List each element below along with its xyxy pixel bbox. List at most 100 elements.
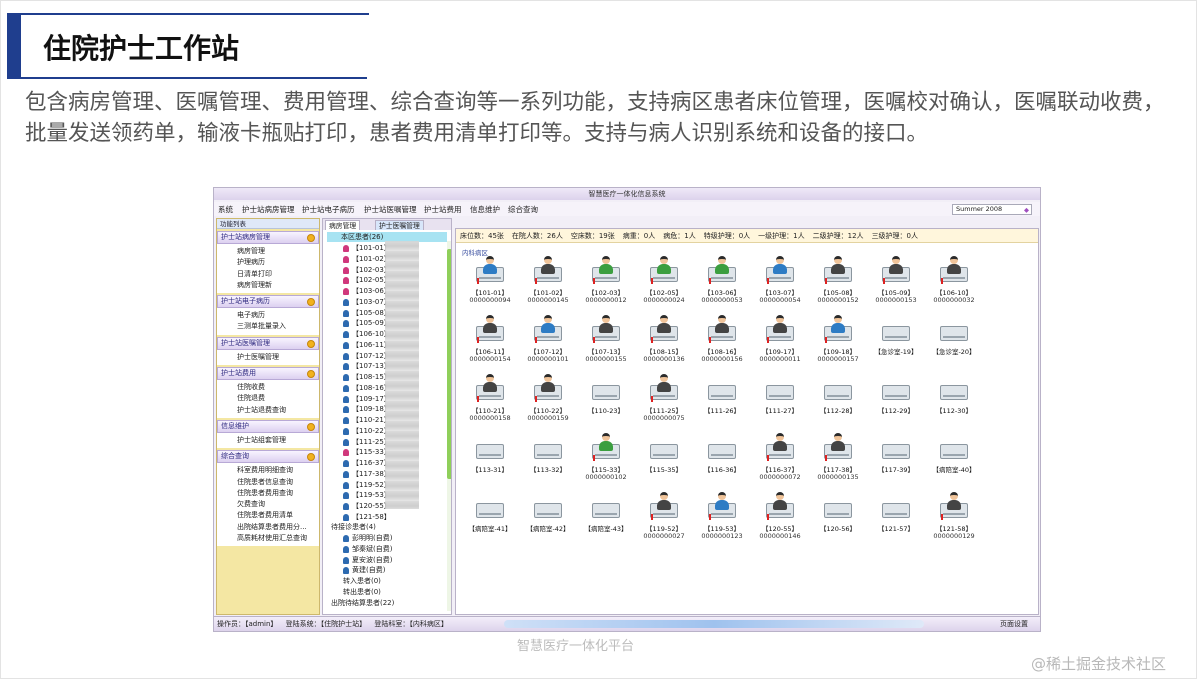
tree-transfer-in[interactable]: 转入患者(0) (343, 576, 381, 587)
tree-patient-item[interactable]: 【111-25】 (343, 437, 391, 448)
tree-patient-item[interactable]: 【101-02】 (343, 254, 391, 265)
tree-patient-item[interactable]: 【102-03】 (343, 265, 391, 276)
tree-pending-patient[interactable]: 邹秦斌(自费) (343, 544, 392, 555)
bed-card[interactable]: 【111-27】 (752, 373, 808, 432)
tree-patient-item[interactable]: 【105-09】 (343, 318, 391, 329)
nav-item[interactable]: 高质耗材使用汇总查询 (237, 533, 319, 544)
tree-pending-patient[interactable]: 夏安波(自费) (343, 555, 392, 566)
nav-item[interactable]: 住院退费 (237, 393, 319, 404)
nav-item[interactable]: 电子病历 (237, 310, 319, 321)
bed-card[interactable]: 【109-18】 0000000157 (810, 314, 866, 373)
nav-group-header[interactable]: 护士站电子病历 (217, 295, 319, 309)
bed-card[interactable]: 【112-29】 (868, 373, 924, 432)
nav-item[interactable]: 病房管理 (237, 246, 319, 257)
bed-card[interactable]: 【112-28】 (810, 373, 866, 432)
tree-pending-patient[interactable]: 彭明明(自费) (343, 533, 392, 544)
bed-card[interactable]: 【110-22】 0000000159 (520, 373, 576, 432)
bed-card[interactable]: 【110-23】 (578, 373, 634, 432)
bed-card[interactable]: 【106-11】 0000000154 (462, 314, 518, 373)
tab-nurse-orders[interactable]: 护士医嘱管理 (375, 220, 424, 230)
bed-card[interactable]: 【115-33】 0000000102 (578, 432, 634, 491)
nav-group-header[interactable]: 护士站医嘱管理 (217, 336, 319, 350)
collapse-icon[interactable] (307, 298, 315, 307)
tree-patient-item[interactable]: 【108-16】 (343, 383, 391, 394)
tree-patient-item[interactable]: 【102-05】 (343, 275, 391, 286)
tree-patient-item[interactable]: 【109-17】 (343, 394, 391, 405)
tree-patient-item[interactable]: 【107-13】 (343, 361, 391, 372)
bed-card[interactable]: 【急诊室-20】 (926, 314, 982, 373)
menu-item[interactable]: 系统 (218, 204, 233, 215)
tree-patient-item[interactable]: 【119-53】 (343, 490, 391, 501)
tree-patient-item[interactable]: 【116-37】 (343, 458, 391, 469)
nav-item[interactable]: 住院患者信息查询 (237, 477, 319, 488)
bed-card[interactable]: 【120-56】 (810, 491, 866, 550)
bed-card[interactable]: 【106-10】 0000000032 (926, 255, 982, 314)
tree-scrollbar[interactable] (447, 241, 451, 611)
bed-card[interactable]: 【105-09】 0000000153 (868, 255, 924, 314)
tree-patient-item[interactable]: 【115-33】 (343, 447, 391, 458)
menu-item[interactable]: 信息维护 (470, 204, 500, 215)
bed-card[interactable]: 【病陪室-42】 (520, 491, 576, 550)
nav-group-header[interactable]: 信息维护 (217, 419, 319, 433)
tree-patient-item[interactable]: 【109-18】 (343, 404, 391, 415)
bed-card[interactable]: 【119-52】 0000000027 (636, 491, 692, 550)
collapse-icon[interactable] (307, 234, 315, 242)
bed-card[interactable]: 【108-15】 0000000136 (636, 314, 692, 373)
collapse-icon[interactable] (307, 453, 315, 462)
bed-card[interactable]: 【103-06】 0000000053 (694, 255, 750, 314)
tree-patient-item[interactable]: 【121-58】 (343, 512, 391, 523)
nav-item[interactable]: 出院结算患者费用分... (237, 522, 319, 533)
bed-card[interactable]: 【病陪室-43】 (578, 491, 634, 550)
nav-item[interactable]: 欠费查询 (237, 499, 319, 510)
bed-card[interactable]: 【116-37】 0000000072 (752, 432, 808, 491)
tree-patient-item[interactable]: 【105-08】 (343, 308, 391, 319)
skin-select[interactable]: Summer 2008 ◆ (952, 204, 1032, 215)
page-setup-button[interactable]: 页面设置 (1000, 617, 1028, 631)
nav-item[interactable]: 护理病历 (237, 257, 319, 268)
bed-card[interactable]: 【病陪室-40】 (926, 432, 982, 491)
tree-patient-item[interactable]: 【120-55】 (343, 501, 391, 512)
menu-item[interactable]: 护士站医嘱管理 (364, 204, 417, 215)
bed-card[interactable]: 【109-17】 0000000011 (752, 314, 808, 373)
bed-card[interactable]: 【107-13】 0000000155 (578, 314, 634, 373)
bed-card[interactable]: 【113-31】 (462, 432, 518, 491)
bed-card[interactable]: 【102-03】 0000000012 (578, 255, 634, 314)
bed-card[interactable]: 【病陪室-41】 (462, 491, 518, 550)
collapse-icon[interactable] (307, 370, 315, 379)
bed-card[interactable]: 【113-32】 (520, 432, 576, 491)
bed-card[interactable]: 【急诊室-19】 (868, 314, 924, 373)
bed-card[interactable]: 【121-58】 0000000129 (926, 491, 982, 550)
tab-ward-management[interactable]: 病房管理 (325, 220, 361, 230)
tree-pending[interactable]: 待接诊患者(4) (331, 522, 376, 533)
tree-patient-item[interactable]: 【108-15】 (343, 372, 391, 383)
tree-patient-item[interactable]: 【106-10】 (343, 329, 391, 340)
menu-item[interactable]: 护士站费用 (424, 204, 462, 215)
nav-group-header[interactable]: 综合查询 (217, 450, 319, 464)
bed-card[interactable]: 【108-16】 0000000156 (694, 314, 750, 373)
menu-item[interactable]: 护士站病房管理 (242, 204, 295, 215)
scroll-thumb[interactable] (447, 249, 451, 479)
tree-patient-item[interactable]: 【110-22】 (343, 426, 391, 437)
tree-patient-item[interactable]: 【103-07】 (343, 297, 391, 308)
collapse-icon[interactable] (307, 339, 315, 348)
tree-discharge[interactable]: 出院待结算患者(22) (331, 598, 394, 609)
bed-card[interactable]: 【112-30】 (926, 373, 982, 432)
tree-patient-item[interactable]: 【110-21】 (343, 415, 391, 426)
nav-item[interactable]: 护士医嘱管理 (237, 352, 319, 363)
tree-pending-patient[interactable]: 黄建(自费) (343, 565, 385, 576)
tree-patient-item[interactable]: 【117-38】 (343, 469, 391, 480)
menu-item[interactable]: 综合查询 (508, 204, 538, 215)
bed-card[interactable]: 【121-57】 (868, 491, 924, 550)
tree-patient-item[interactable]: 【101-01】 (343, 243, 391, 254)
bed-card[interactable]: 【117-38】 0000000135 (810, 432, 866, 491)
bed-card[interactable]: 【101-02】 0000000145 (520, 255, 576, 314)
tree-transfer-out[interactable]: 转出患者(0) (343, 587, 381, 598)
tree-patient-item[interactable]: 【106-11】 (343, 340, 391, 351)
nav-item[interactable]: 护士站退费查询 (237, 405, 319, 416)
tree-patient-item[interactable]: 【107-12】 (343, 351, 391, 362)
bed-card[interactable]: 【119-53】 0000000123 (694, 491, 750, 550)
menu-item[interactable]: 护士站电子病历 (302, 204, 355, 215)
tree-patient-item[interactable]: 【119-52】 (343, 480, 391, 491)
bed-card[interactable]: 【120-55】 0000000146 (752, 491, 808, 550)
nav-item[interactable]: 护士站组套管理 (237, 435, 319, 446)
